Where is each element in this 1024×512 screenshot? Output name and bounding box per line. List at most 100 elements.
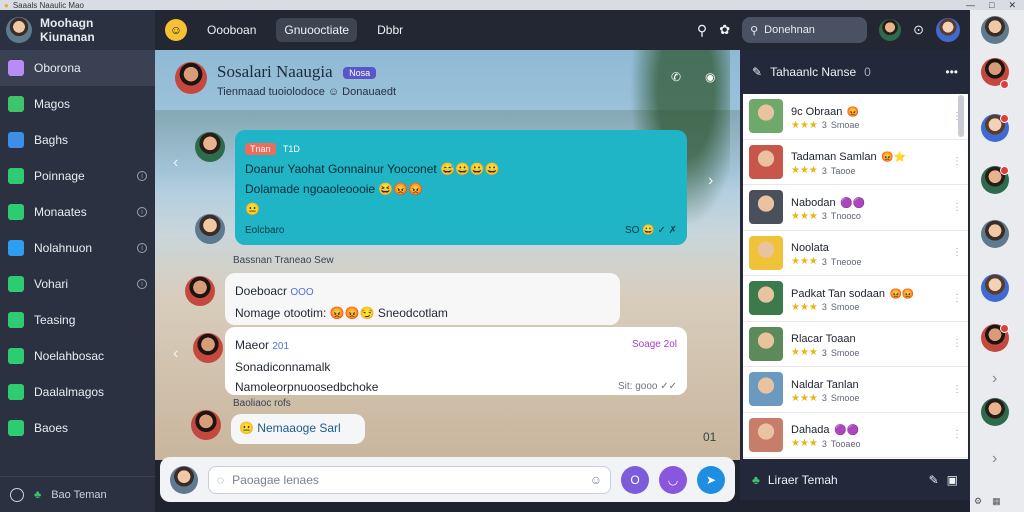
- avatar[interactable]: [193, 333, 223, 363]
- bell-icon[interactable]: ✿: [719, 22, 730, 38]
- sidebar-item[interactable]: Oborona: [0, 50, 155, 86]
- sidebar-item[interactable]: Daalalmagos: [0, 374, 155, 410]
- avatar[interactable]: [191, 410, 221, 440]
- chat-header: Sosalari Naaugia Nosa Tienmaad tuoiolodo…: [175, 62, 396, 98]
- grid-icon[interactable]: ▦: [992, 496, 1001, 512]
- info-icon[interactable]: i: [137, 207, 147, 217]
- message-bubble[interactable]: Tnan T1D Doanur Yaohat Gonnainur Yoocone…: [235, 130, 687, 245]
- chat-icon: [8, 60, 24, 76]
- tab-active[interactable]: Gnuooctiate: [276, 18, 358, 42]
- contact-row[interactable]: Naldar Tanlan ★★★ 3 Smooe ⋮: [743, 367, 968, 413]
- info-icon[interactable]: i: [137, 171, 147, 181]
- contact-row[interactable]: Tadaman Samlan 😡⭐ ★★★ 3 Taooe ⋮: [743, 140, 968, 185]
- message-text: 😐: [245, 202, 260, 216]
- avatar[interactable]: [981, 274, 1009, 302]
- rating-stars: ★★★ 3 Smooe: [791, 347, 859, 358]
- record-button[interactable]: O: [621, 465, 649, 494]
- rating-stars: ★★★ 3 Tneooe: [791, 256, 861, 267]
- rating-stars: ★★★ 3 Smooe: [791, 393, 859, 404]
- more-icon[interactable]: •••: [945, 65, 958, 79]
- contact-status: Smoae: [830, 120, 860, 131]
- send-button[interactable]: ➤: [697, 465, 725, 494]
- smiley-logo-icon[interactable]: ☺: [165, 19, 187, 41]
- avatar[interactable]: [981, 16, 1009, 44]
- more-icon[interactable]: ⋮: [952, 429, 962, 440]
- edit-icon[interactable]: ✎: [929, 473, 939, 487]
- square-icon: [8, 348, 24, 364]
- more-icon[interactable]: ⋮: [952, 384, 962, 395]
- chevron-right-icon[interactable]: ›: [992, 450, 997, 468]
- scrollbar[interactable]: [958, 95, 964, 137]
- avatar[interactable]: [195, 132, 225, 162]
- message-reactions[interactable]: SO 😀 ✓ ✗: [625, 221, 677, 241]
- emoji-icon[interactable]: ☺: [590, 473, 602, 487]
- sidebar-item-label: Magos: [34, 97, 71, 111]
- maximize-button[interactable]: □: [989, 0, 994, 11]
- sidebar: Moohagn Kiunanan Oborona Magos Baghs Poinna…: [0, 10, 155, 512]
- sidebar-item[interactable]: Nolahnuon i: [0, 230, 155, 266]
- sticker-button[interactable]: ◡: [659, 465, 687, 494]
- search-icon[interactable]: ⊙: [913, 22, 924, 38]
- search-icon[interactable]: ⚲: [697, 22, 707, 39]
- more-icon[interactable]: ⋮: [952, 247, 962, 258]
- contact-row[interactable]: Rlacar Toaan ★★★ 3 Smooe ⋮: [743, 322, 968, 367]
- rating-count: 3: [821, 211, 827, 222]
- avatar[interactable]: [981, 398, 1009, 426]
- chevron-right-icon[interactable]: ›: [992, 370, 997, 388]
- sidebar-footer[interactable]: ♣ Bao Teman: [0, 476, 155, 512]
- more-icon[interactable]: ⋮: [952, 338, 962, 349]
- message-text: Nomage otootim: 😡😡😏 Sneodcotlam: [235, 306, 448, 320]
- contact-name: Padkat Tan sodaan: [791, 287, 885, 300]
- contact-name: Dahada: [791, 424, 830, 437]
- sidebar-item[interactable]: Baghs: [0, 122, 155, 158]
- more-icon[interactable]: ⋮: [952, 156, 962, 167]
- contact-row[interactable]: 9c Obraan 😡 ★★★ 3 Smoae ⋮: [743, 94, 968, 140]
- chevron-left-icon[interactable]: ‹: [173, 154, 178, 172]
- sidebar-item[interactable]: Baoes: [0, 410, 155, 446]
- sidebar-item[interactable]: Teasing: [0, 302, 155, 338]
- tab-other[interactable]: Dbbr: [369, 18, 411, 42]
- panel-title: Tahaanlc Nanse: [770, 65, 857, 79]
- message-time: Soage 2ol: [631, 339, 677, 350]
- close-button[interactable]: ✕: [1008, 0, 1016, 11]
- avatar[interactable]: [195, 214, 225, 244]
- unread-dot: [1000, 324, 1009, 333]
- contact-row[interactable]: Dahada 🟣🟣 ★★★ 3 Tooaeo ⋮: [743, 413, 968, 458]
- contact-photo: [749, 417, 783, 452]
- contact-row[interactable]: Nabodan 🟣🟣 ★★★ 3 Tnooco ⋮: [743, 185, 968, 231]
- avatar[interactable]: [185, 276, 215, 306]
- message-bubble[interactable]: 😐 Nemaaoge Sarl: [231, 414, 365, 444]
- sidebar-item[interactable]: Magos: [0, 86, 155, 122]
- contact-row[interactable]: Padkat Tan sodaan 😡😡 ★★★ 3 Smooe ⋮: [743, 276, 968, 322]
- contact-row[interactable]: Noolata ★★★ 3 Tneooe ⋮: [743, 231, 968, 276]
- window-icon[interactable]: ▣: [947, 473, 958, 487]
- avatar[interactable]: [879, 19, 902, 41]
- search-box[interactable]: ⚲ Donehnan: [742, 17, 868, 43]
- chevron-right-icon[interactable]: ›: [708, 172, 713, 190]
- sidebar-item[interactable]: Monaates i: [0, 194, 155, 230]
- settings-icon[interactable]: ⚙: [974, 496, 982, 512]
- coin-icon: [8, 276, 24, 292]
- message-bubble[interactable]: Maeor 201 Soage 2ol Sonadiconnamalk Namo…: [225, 327, 687, 395]
- message-input[interactable]: ◌ Paoagae lenaes ☺: [208, 465, 611, 494]
- phone-icon[interactable]: ✆: [671, 70, 681, 84]
- sidebar-item[interactable]: Noelahbosac: [0, 338, 155, 374]
- sidebar-item[interactable]: Poinnage i: [0, 158, 155, 194]
- message-bubble[interactable]: Doeboacr OOO Nomage otootim: 😡😡😏 Sneodco…: [225, 273, 620, 325]
- info-icon[interactable]: i: [137, 279, 147, 289]
- user-profile[interactable]: Moohagn Kiunanan: [0, 10, 155, 50]
- sender-name: Doeboacr: [235, 284, 288, 298]
- minimize-button[interactable]: —: [966, 0, 975, 11]
- sidebar-item-label: Nolahnuon: [34, 241, 93, 255]
- avatar[interactable]: [936, 18, 960, 42]
- avatar[interactable]: [981, 220, 1009, 248]
- rating-stars: ★★★ 3 Smoae: [791, 120, 859, 131]
- more-icon[interactable]: ⋮: [952, 202, 962, 213]
- more-icon[interactable]: ⋮: [952, 293, 962, 304]
- sidebar-item[interactable]: Vohari i: [0, 266, 155, 302]
- avatar[interactable]: [175, 62, 207, 94]
- info-icon[interactable]: i: [137, 243, 147, 253]
- chevron-left-icon[interactable]: ‹: [173, 345, 178, 363]
- tab-home[interactable]: Oooboan: [199, 18, 264, 42]
- video-icon[interactable]: ◉: [705, 70, 715, 84]
